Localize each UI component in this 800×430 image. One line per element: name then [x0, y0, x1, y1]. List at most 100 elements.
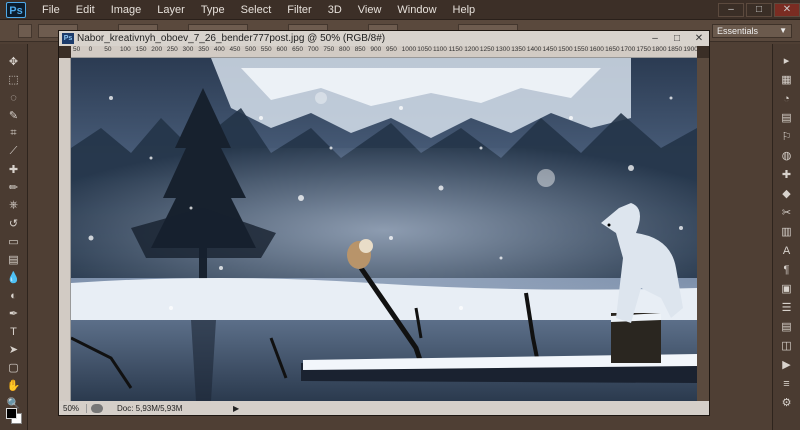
dodge-icon[interactable]: ◐ [4, 287, 24, 304]
ruler-tick-label: 350 [198, 46, 210, 53]
panel-17-icon[interactable]: ▶ [778, 356, 796, 373]
ruler-tick-label: 1900 [683, 46, 697, 53]
menu-3d[interactable]: 3D [320, 0, 350, 20]
ruler-tick-label: 800 [339, 46, 350, 53]
zoom-level[interactable]: 50% [59, 403, 87, 413]
pen-icon[interactable]: ✒ [4, 305, 24, 322]
image-canvas[interactable] [71, 58, 697, 401]
ruler-tick-label: 1500 [558, 46, 573, 53]
ruler-tick-label: 600 [276, 46, 288, 53]
ruler-tick-label: 50 [104, 46, 112, 53]
healing-icon[interactable]: ✚ [4, 161, 24, 178]
ruler-tick-label: 400 [213, 46, 225, 53]
ruler-tick-label: 1650 [605, 46, 620, 53]
ruler-tick-label: 1550 [573, 46, 589, 53]
panel-19-icon[interactable]: ⚙ [778, 394, 796, 411]
foreground-color-swatch[interactable] [6, 408, 17, 419]
document-ps-icon: Ps [62, 33, 74, 44]
panel-1-icon[interactable]: ▸ [778, 52, 796, 69]
panel-5-icon[interactable]: ⚐ [778, 128, 796, 145]
panel-12-icon[interactable]: ¶ [778, 261, 796, 278]
gradient-icon[interactable]: ▤ [4, 251, 24, 268]
ruler-tick-label: 300 [182, 46, 194, 53]
tool-preset-picker[interactable] [18, 23, 32, 38]
menu-window[interactable]: Window [389, 0, 444, 20]
ruler-tick-label: 1750 [636, 46, 651, 53]
menu-edit[interactable]: Edit [68, 0, 103, 20]
horizontal-ruler[interactable]: 50 0 50 100 150 200 250 300 350 400 450 500 550 600 65… [71, 46, 697, 58]
panel-8-icon[interactable]: ◆ [778, 185, 796, 202]
ruler-tick-label: 250 [166, 46, 178, 53]
ruler-tick-label: 1000 [401, 46, 417, 53]
doc-minimize-button[interactable]: – [645, 32, 665, 45]
eraser-icon[interactable]: ▭ [4, 233, 24, 250]
doc-maximize-button[interactable]: □ [667, 32, 687, 45]
close-button[interactable]: ✕ [774, 2, 800, 17]
ruler-tick-label: 150 [135, 46, 147, 53]
panel-3-icon[interactable]: ◔ [778, 90, 796, 107]
panel-10-icon[interactable]: ▥ [778, 223, 796, 240]
ruler-tick-label: 1200 [464, 46, 479, 53]
ruler-tick-label: 450 [229, 46, 241, 53]
panel-11-icon[interactable]: A [778, 242, 796, 259]
photoshop-logo: Ps [6, 1, 26, 18]
panel-13-icon[interactable]: ▣ [778, 280, 796, 297]
color-swatches[interactable] [6, 408, 22, 424]
ruler-tick-label: 1350 [511, 46, 526, 53]
ruler-tick-label: 850 [354, 46, 366, 53]
path-select-icon[interactable]: ➤ [4, 341, 24, 358]
vertical-scrollbar[interactable] [697, 58, 709, 401]
history-brush-icon[interactable]: ↺ [4, 215, 24, 232]
ruler-tick-label: 500 [245, 46, 256, 53]
quick-select-icon[interactable]: ✎ [4, 107, 24, 124]
panel-2-icon[interactable]: ▦ [778, 71, 796, 88]
lasso-icon[interactable]: ◌ [4, 89, 24, 106]
menu-filter[interactable]: Filter [279, 0, 319, 20]
ruler-tick-label: 900 [370, 46, 382, 53]
doc-close-button[interactable]: ✕ [689, 32, 709, 45]
document-window: Ps Nabor_kreativnyh_oboev_7_26_bender777… [58, 30, 710, 416]
ruler-tick-label: 1700 [620, 46, 636, 53]
panel-7-icon[interactable]: ✚ [778, 166, 796, 183]
panel-4-icon[interactable]: ▤ [778, 109, 796, 126]
document-titlebar[interactable]: Ps Nabor_kreativnyh_oboev_7_26_bender777… [59, 31, 709, 46]
menu-image[interactable]: Image [103, 0, 150, 20]
rectangle-icon[interactable]: ▢ [4, 359, 24, 376]
menu-help[interactable]: Help [445, 0, 484, 20]
ruler-tick-label: 200 [151, 46, 163, 53]
eyedropper-icon[interactable]: ⟋ [4, 143, 24, 160]
blur-icon[interactable]: 💧 [4, 269, 24, 286]
chevron-right-icon[interactable]: ▶ [233, 404, 239, 413]
move-icon[interactable]: ✥ [4, 53, 24, 70]
type-icon[interactable]: T [4, 323, 24, 340]
ruler-tick-label: 1250 [479, 46, 495, 53]
hand-icon[interactable]: ✋ [4, 377, 24, 394]
menu-bar: Ps File Edit Image Layer Type Select Fil… [0, 0, 800, 20]
menu-select[interactable]: Select [233, 0, 280, 20]
vertical-ruler[interactable] [59, 58, 71, 401]
minimize-button[interactable]: – [718, 2, 744, 17]
panel-16-icon[interactable]: ◫ [778, 337, 796, 354]
panel-6-icon[interactable]: ◍ [778, 147, 796, 164]
menu-type[interactable]: Type [193, 0, 233, 20]
workspace-switcher[interactable]: Essentials ▼ [712, 24, 792, 38]
panel-15-icon[interactable]: ▤ [778, 318, 796, 335]
menu-view[interactable]: View [350, 0, 390, 20]
maximize-button[interactable]: □ [746, 2, 772, 17]
clone-stamp-icon[interactable]: ⎈ [4, 197, 24, 214]
ruler-tick-label: 0 [88, 46, 93, 53]
status-bar: 50% Doc: 5,93M/5,93M ▶ [59, 401, 709, 415]
panel-18-icon[interactable]: ≡ [778, 375, 796, 392]
ruler-tick-label: 1850 [667, 46, 683, 53]
menu-layer[interactable]: Layer [149, 0, 193, 20]
panel-dock: ▸ ▦ ◔ ▤ ⚐ ◍ ✚ ◆ ✂ ▥ A ¶ ▣ ☰ ▤ ◫ ▶ ≡ ⚙ [772, 44, 800, 430]
marquee-icon[interactable]: ⬚ [4, 71, 24, 88]
brush-icon[interactable]: ✏ [4, 179, 24, 196]
panel-14-icon[interactable]: ☰ [778, 299, 796, 316]
ruler-tick-label: 750 [323, 46, 335, 53]
panel-9-icon[interactable]: ✂ [778, 204, 796, 221]
ruler-tick-label: 1450 [542, 46, 557, 53]
status-info-icon[interactable] [91, 403, 103, 413]
menu-file[interactable]: File [34, 0, 68, 20]
crop-icon[interactable]: ⌗ [4, 125, 24, 142]
